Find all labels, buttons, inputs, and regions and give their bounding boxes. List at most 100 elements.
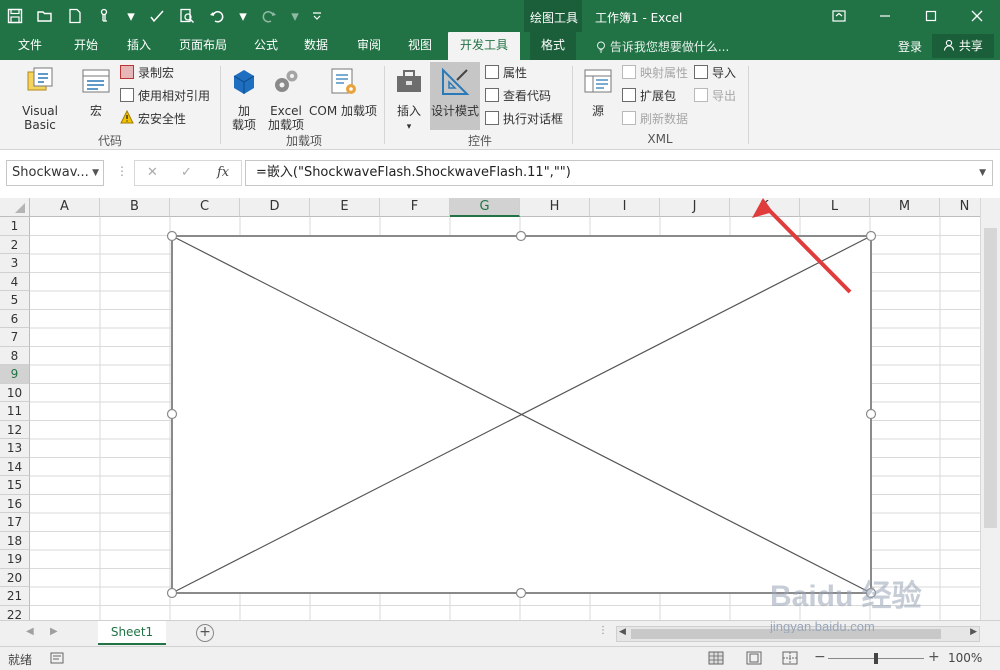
new-icon[interactable] [60, 0, 90, 32]
next-sheet-icon[interactable]: ▶ [50, 626, 58, 637]
minimize-icon[interactable] [862, 0, 908, 32]
normal-view-icon[interactable] [708, 651, 724, 668]
add-sheet-button[interactable]: + [196, 624, 214, 642]
design-mode-button[interactable]: 设计模式 [430, 66, 480, 118]
name-box[interactable]: Shockwav... ▼ [6, 160, 104, 186]
gears-icon [270, 66, 302, 98]
share-button[interactable]: 共享 [932, 34, 994, 58]
tell-me-text: 告诉我您想要做什么... [609, 40, 730, 54]
cancel-icon[interactable]: ✕ [147, 165, 158, 180]
insert-control-button[interactable]: 插入 ▾ [390, 66, 428, 134]
chevron-down-icon[interactable]: ▾ [120, 0, 142, 32]
tab-review[interactable]: 审阅 [347, 32, 391, 60]
xml-source-button[interactable]: 源 [580, 66, 616, 118]
scroll-left-icon[interactable]: ◀ [619, 627, 626, 637]
name-box-value: Shockwav... [12, 165, 89, 180]
undo-icon[interactable] [202, 0, 232, 32]
tab-formulas[interactable]: 公式 [244, 32, 288, 60]
tell-me-box[interactable]: 告诉我您想要做什么... [596, 38, 729, 55]
zoom-slider[interactable] [828, 653, 924, 664]
relative-reference-label: 使用相对引用 [138, 88, 211, 103]
prev-sheet-icon[interactable]: ◀ [26, 626, 34, 637]
macro-security-button[interactable]: 宏安全性 [120, 108, 186, 128]
formula-bar-splitter[interactable]: ⋮ [116, 164, 128, 178]
vertical-scrollbar[interactable] [980, 198, 1000, 620]
design-mode-label: 设计模式 [430, 104, 479, 118]
sheet-tabs-bar: ◀ ▶ Sheet1 + ⋮ ◀ ▶ jingyan.baidu.com [0, 619, 1000, 646]
visual-basic-button[interactable]: Visual Basic [6, 66, 74, 132]
addins-button[interactable]: 加 载项 [226, 66, 262, 132]
scroll-right-icon[interactable]: ▶ [970, 627, 977, 637]
view-code-icon [485, 88, 499, 102]
lightbulb-icon [596, 40, 610, 54]
login-link[interactable]: 登录 [898, 38, 922, 55]
run-dialog-icon [485, 111, 499, 125]
properties-button[interactable]: 属性 [485, 62, 527, 82]
chevron-down-icon: ▾ [406, 122, 412, 132]
splitter-icon[interactable]: ⋮ [598, 625, 608, 636]
macros-button[interactable]: 宏 [78, 66, 114, 118]
formula-input[interactable]: =嵌入("ShockwaveFlash.ShockwaveFlash.11","… [245, 160, 993, 186]
worksheet-grid[interactable]: ABCDEFGHIJKLMN 1234567891011121314151617… [0, 198, 1000, 620]
print-preview-icon[interactable] [172, 0, 202, 32]
chevron-down-icon[interactable]: ▼ [92, 161, 99, 185]
store-icon [228, 66, 260, 98]
insert-control-label: 插入 [396, 104, 421, 118]
tab-home[interactable]: 开始 [64, 32, 108, 60]
record-macro-button[interactable]: 录制宏 [120, 62, 174, 82]
relative-reference-button[interactable]: 使用相对引用 [120, 85, 210, 105]
chevron-down-icon[interactable]: ▼ [979, 161, 986, 185]
touch-icon[interactable] [90, 0, 120, 32]
tab-file[interactable]: 文件 [8, 32, 52, 60]
macro-record-icon[interactable] [50, 652, 64, 667]
properties-icon [485, 65, 499, 79]
open-icon[interactable] [30, 0, 60, 32]
baidu-watermark: Baidu 经验 [770, 579, 922, 613]
sheet-tab-sheet1[interactable]: Sheet1 [98, 621, 166, 645]
ribbon-tabs: 文件 开始 插入 页面布局 公式 数据 审阅 视图 开发工具 格式 告诉我您想要… [0, 32, 1000, 60]
export-icon [694, 88, 708, 102]
zoom-out-icon[interactable]: − [814, 649, 826, 665]
expansion-packs-button[interactable]: 扩展包 [622, 85, 676, 105]
properties-label: 属性 [503, 65, 528, 80]
com-addins-button[interactable]: COM 加载项 [308, 66, 378, 118]
page-layout-view-icon[interactable] [746, 651, 762, 668]
tab-view[interactable]: 视图 [398, 32, 442, 60]
flash-object[interactable] [171, 235, 872, 594]
view-code-button[interactable]: 查看代码 [485, 85, 551, 105]
insert-function-icon[interactable]: fx [217, 165, 229, 180]
customize-qat-icon[interactable] [306, 0, 328, 32]
chevron-down-icon[interactable]: ▾ [232, 0, 254, 32]
refresh-data-label: 刷新数据 [640, 111, 689, 126]
tab-format[interactable]: 格式 [530, 32, 576, 60]
tab-insert[interactable]: 插入 [117, 32, 161, 60]
group-label-code: 代码 [97, 134, 122, 148]
tab-page-layout[interactable]: 页面布局 [172, 32, 234, 60]
enter-icon[interactable]: ✓ [181, 165, 192, 180]
excel-addins-button[interactable]: Excel 加载项 [266, 66, 306, 132]
ribbon-display-options-icon[interactable] [816, 0, 862, 32]
run-dialog-label: 执行对话框 [503, 111, 564, 126]
zoom-in-icon[interactable]: + [928, 649, 940, 665]
context-tab-label: 绘图工具 [530, 11, 579, 25]
page-break-view-icon[interactable] [782, 651, 798, 668]
group-separator [572, 66, 573, 144]
tab-data[interactable]: 数据 [294, 32, 338, 60]
vertical-scroll-thumb[interactable] [984, 228, 997, 528]
spellcheck-icon[interactable] [142, 0, 172, 32]
chevron-down-icon: ▾ [291, 7, 299, 25]
xml-import-button[interactable]: 导入 [694, 62, 736, 82]
close-icon[interactable] [954, 0, 1000, 32]
record-macro-label: 录制宏 [138, 65, 175, 80]
group-separator [220, 66, 221, 144]
ribbon: Visual Basic 宏 录制宏 使用相对引用 宏安全性 代码 加 载项 E… [0, 60, 1000, 150]
refresh-data-icon [622, 111, 636, 125]
tab-developer[interactable]: 开发工具 [448, 32, 520, 60]
xml-import-label: 导入 [712, 65, 737, 80]
zoom-slider-thumb[interactable] [874, 653, 878, 664]
save-icon[interactable] [0, 0, 30, 32]
run-dialog-button[interactable]: 执行对话框 [485, 108, 563, 128]
quick-access-toolbar: ▾ ▾ ▾ [0, 0, 328, 32]
maximize-icon[interactable] [908, 0, 954, 32]
zoom-level[interactable]: 100% [948, 651, 982, 665]
